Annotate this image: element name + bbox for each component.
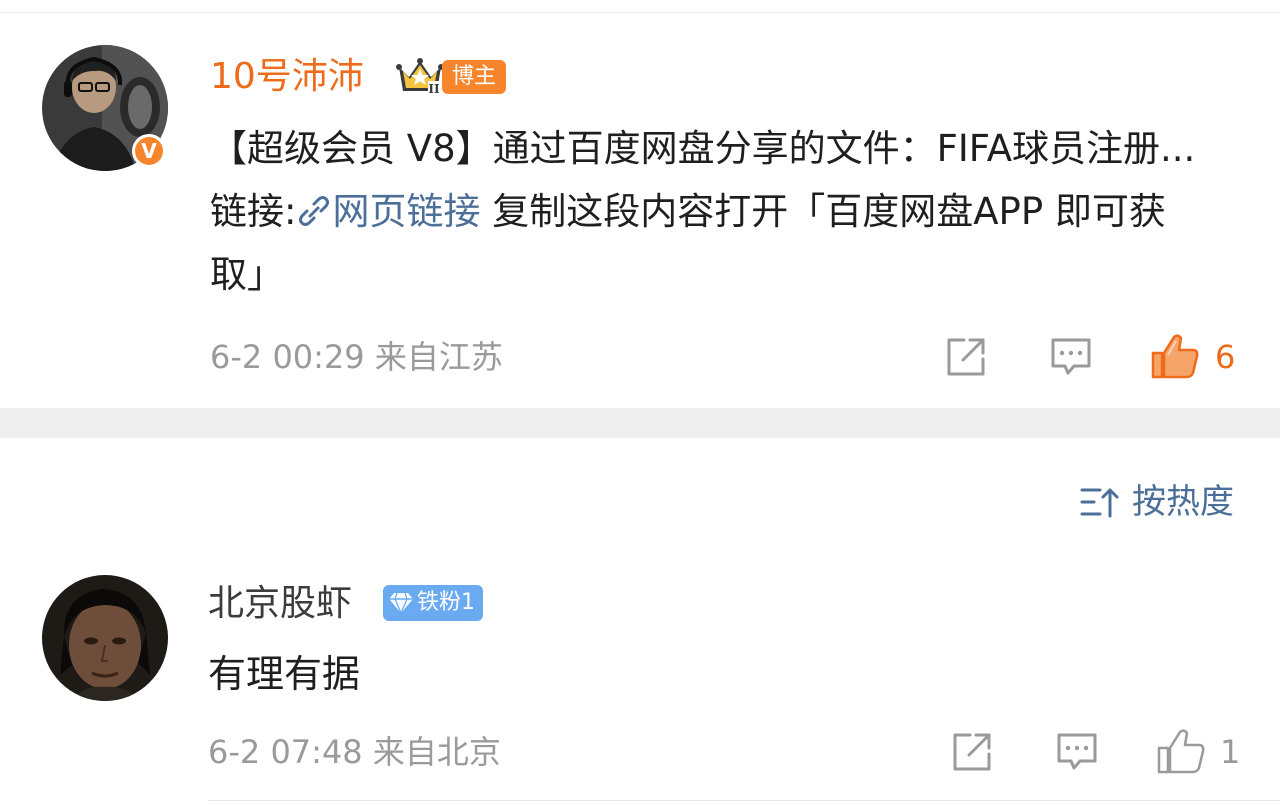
- diamond-icon: [389, 592, 413, 615]
- comment-icon[interactable]: [1056, 732, 1098, 772]
- web-link[interactable]: 网页链接: [332, 190, 480, 233]
- share-icon[interactable]: [952, 732, 992, 772]
- post-username[interactable]: 10号沛沛: [210, 55, 364, 99]
- post-timestamp: 6-2 00:29: [210, 338, 365, 376]
- comment-username[interactable]: 北京股虾: [208, 582, 352, 626]
- comment-meta: 6-2 07:48 来自北京: [208, 732, 501, 772]
- svg-text:II: II: [428, 82, 440, 96]
- fan-badge-label: 铁粉1: [417, 590, 475, 615]
- comment-like-count: 1: [1220, 733, 1241, 771]
- sort-label: 按热度: [1132, 482, 1234, 522]
- fan-badge: 铁粉1: [383, 585, 483, 621]
- share-icon[interactable]: [946, 337, 986, 377]
- post-content: 【超级会员 V8】通过百度网盘分享的文件：FIFA球员注册... 链接: 网页链接…: [210, 117, 1200, 306]
- top-divider: [0, 12, 1280, 13]
- blogger-badge: 博主: [442, 60, 506, 94]
- verified-badge: V: [132, 134, 166, 168]
- sort-icon: [1080, 488, 1119, 518]
- like-icon[interactable]: [1156, 728, 1206, 774]
- post-meta: 6-2 00:29 来自江苏: [210, 337, 503, 377]
- link-icon: [299, 196, 330, 226]
- crown-icon: II: [396, 58, 444, 96]
- post-source: 来自江苏: [374, 338, 503, 376]
- comment-avatar[interactable]: [42, 575, 168, 701]
- section-separator: [0, 408, 1280, 438]
- post-like-count: 6: [1215, 338, 1236, 376]
- comment-source: 来自北京: [372, 733, 501, 771]
- like-icon[interactable]: [1150, 333, 1200, 379]
- v-verified-icon: V: [135, 137, 163, 165]
- comment-icon[interactable]: [1050, 337, 1092, 377]
- comment-timestamp: 6-2 07:48: [208, 733, 363, 771]
- comment-content: 有理有据: [208, 652, 361, 696]
- bottom-divider: [208, 800, 1280, 801]
